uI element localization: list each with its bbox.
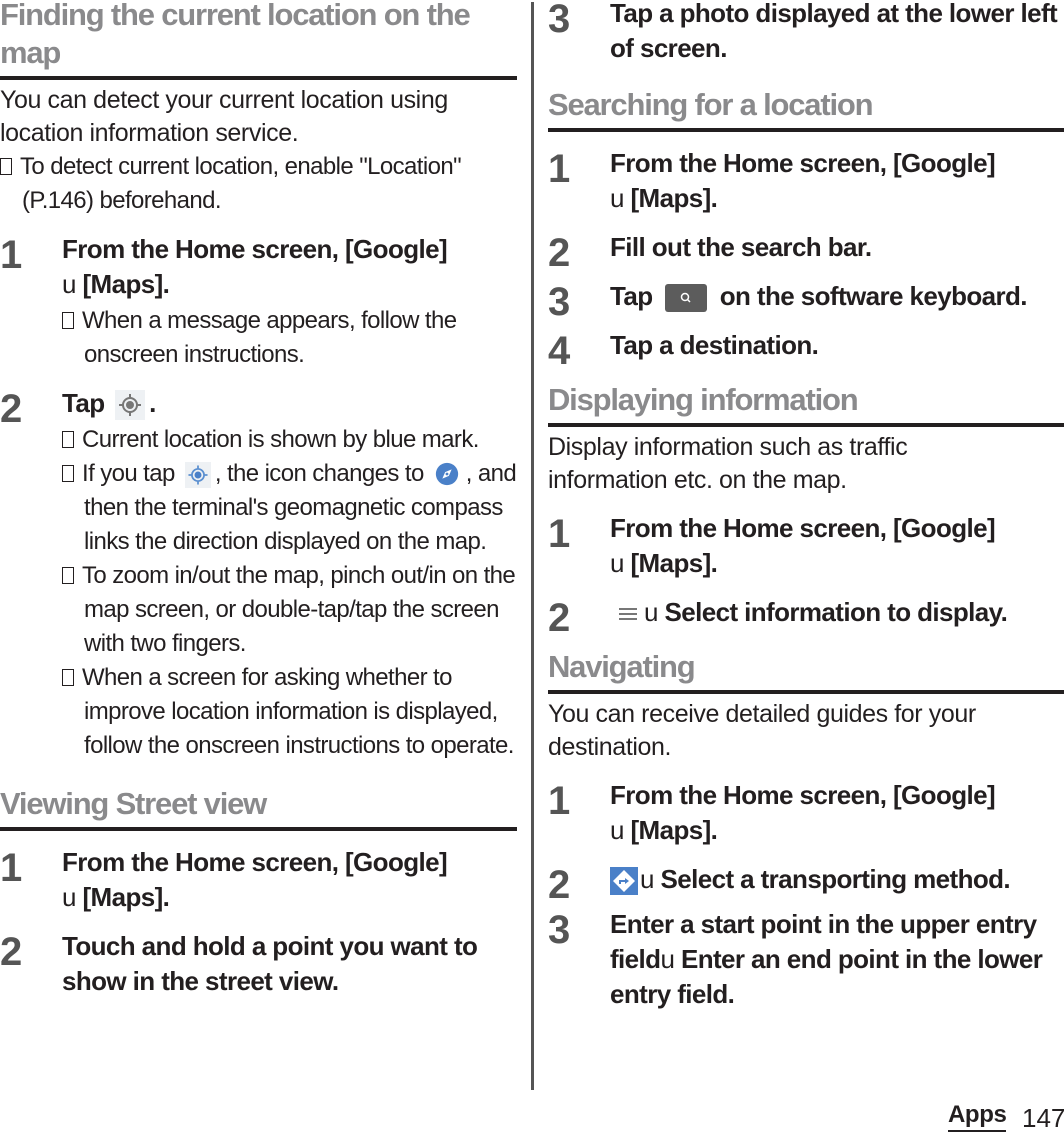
- bullet-icon: [62, 669, 74, 686]
- chapter-label: Apps: [948, 1100, 1007, 1132]
- step-1: 1 From the Home screen, [Google] u [Maps…: [548, 146, 1064, 216]
- step-text: Tap a destination.: [610, 330, 819, 360]
- step-text: u Select a transporting method.: [610, 862, 1064, 897]
- step-2: 2 u Select a transporting method.: [548, 862, 1064, 907]
- note: To zoom in/out the map, pinch out/in on …: [62, 559, 517, 661]
- arrow-icon: u: [610, 548, 624, 578]
- step-number: 2: [0, 387, 23, 431]
- section-intro: You can detect your current location usi…: [0, 86, 448, 147]
- bullet-icon: [62, 567, 74, 584]
- step-number: 1: [548, 779, 571, 823]
- right-column: 3 Tap a photo displayed at the lower lef…: [548, 0, 1064, 1012]
- step-number: 3: [548, 0, 571, 41]
- step-text: From the Home screen, [Google] u [Maps].: [610, 148, 996, 213]
- arrow-icon: u: [610, 183, 624, 213]
- step-text: From the Home screen, [Google] u [Maps].: [610, 513, 996, 578]
- note: When a message appears, follow the onscr…: [62, 304, 517, 372]
- step-4: 4 Tap a destination.: [548, 328, 1064, 373]
- search-key-icon: [665, 284, 708, 313]
- section-title-finding-location: Finding the current location on the map: [0, 0, 517, 80]
- step-text: Touch and hold a point you want to show …: [62, 931, 478, 996]
- directions-icon: [610, 867, 638, 896]
- step-text: Tap .: [62, 386, 517, 421]
- step-text: Fill out the search bar.: [610, 232, 872, 262]
- step-1: 1 From the Home screen, [Google] u [Maps…: [548, 778, 1064, 848]
- step-1: 1 From the Home screen, [Google] u [Maps…: [0, 845, 517, 915]
- bullet-icon: [62, 431, 74, 448]
- note: Current location is shown by blue mark.: [62, 423, 517, 457]
- arrow-icon: u: [660, 944, 675, 974]
- step-1: 1 From the Home screen, [Google] u [Maps…: [548, 511, 1064, 581]
- section-intro: Display information such as traffic info…: [548, 433, 908, 494]
- my-location-active-icon: [184, 461, 211, 488]
- step-text: Tap on the software keyboard.: [610, 281, 1028, 313]
- step-number: 1: [0, 233, 23, 277]
- bullet-icon: [62, 312, 74, 329]
- step-number: 3: [548, 280, 571, 324]
- page-number: 147: [1022, 1103, 1064, 1133]
- step-number: 1: [548, 512, 571, 556]
- section-title-displaying-info: Displaying information: [548, 381, 1064, 427]
- compass-icon: [434, 461, 462, 489]
- arrow-icon: u: [62, 269, 76, 299]
- step-number: 3: [548, 908, 571, 952]
- section-title-street-view: Viewing Street view: [0, 785, 517, 831]
- left-column: Finding the current location on the map …: [0, 0, 517, 999]
- step-number: 2: [548, 231, 571, 275]
- step-text: Tap a photo displayed at the lower left …: [610, 0, 1058, 63]
- step-number: 2: [548, 596, 571, 640]
- section-intro: You can receive detailed guides for your…: [548, 700, 976, 761]
- step-number: 1: [548, 147, 571, 191]
- step-3: 3 Tap a photo displayed at the lower lef…: [548, 0, 1064, 66]
- section-title-searching: Searching for a location: [548, 86, 1064, 132]
- note: When a screen for asking whether to impr…: [62, 661, 517, 763]
- step-2: 2 Touch and hold a point you want to sho…: [0, 929, 517, 999]
- step-3: 3 Enter a start point in the upper entry…: [548, 907, 1064, 1012]
- arrow-icon: u: [640, 864, 654, 894]
- step-1: 1 From the Home screen, [Google] u [Maps…: [0, 232, 517, 372]
- step-text: From the Home screen, [Google] u [Maps].: [62, 847, 448, 912]
- arrow-icon: u: [62, 882, 76, 912]
- arrow-icon: u: [610, 815, 624, 845]
- step-text: From the Home screen, [Google] u [Maps].: [62, 234, 448, 299]
- step-number: 2: [548, 863, 571, 907]
- step-number: 2: [0, 930, 23, 974]
- my-location-icon: [115, 390, 146, 421]
- section-title-navigating: Navigating: [548, 648, 1064, 694]
- step-text: Enter a start point in the upper entry f…: [610, 909, 1043, 1009]
- bullet-icon: [0, 158, 12, 175]
- step-2: 2 Fill out the search bar.: [548, 230, 1064, 275]
- bullet-icon: [62, 465, 74, 482]
- step-2: 2 Tap . Current location is shown by blu…: [0, 386, 517, 763]
- column-divider: [531, 2, 534, 1090]
- step-text: u Select information to display.: [610, 595, 1064, 630]
- note: To detect current location, enable "Loca…: [0, 150, 517, 218]
- arrow-icon: u: [644, 597, 658, 627]
- step-number: 1: [0, 846, 23, 890]
- menu-icon: [616, 602, 640, 626]
- step-text: From the Home screen, [Google] u [Maps].: [610, 780, 996, 845]
- step-number: 4: [548, 329, 571, 373]
- step-3: 3 Tap on the software keyboard.: [548, 279, 1064, 324]
- step-2: 2 u Select information to display.: [548, 595, 1064, 640]
- note: If you tap , the icon changes to , and t…: [62, 457, 517, 559]
